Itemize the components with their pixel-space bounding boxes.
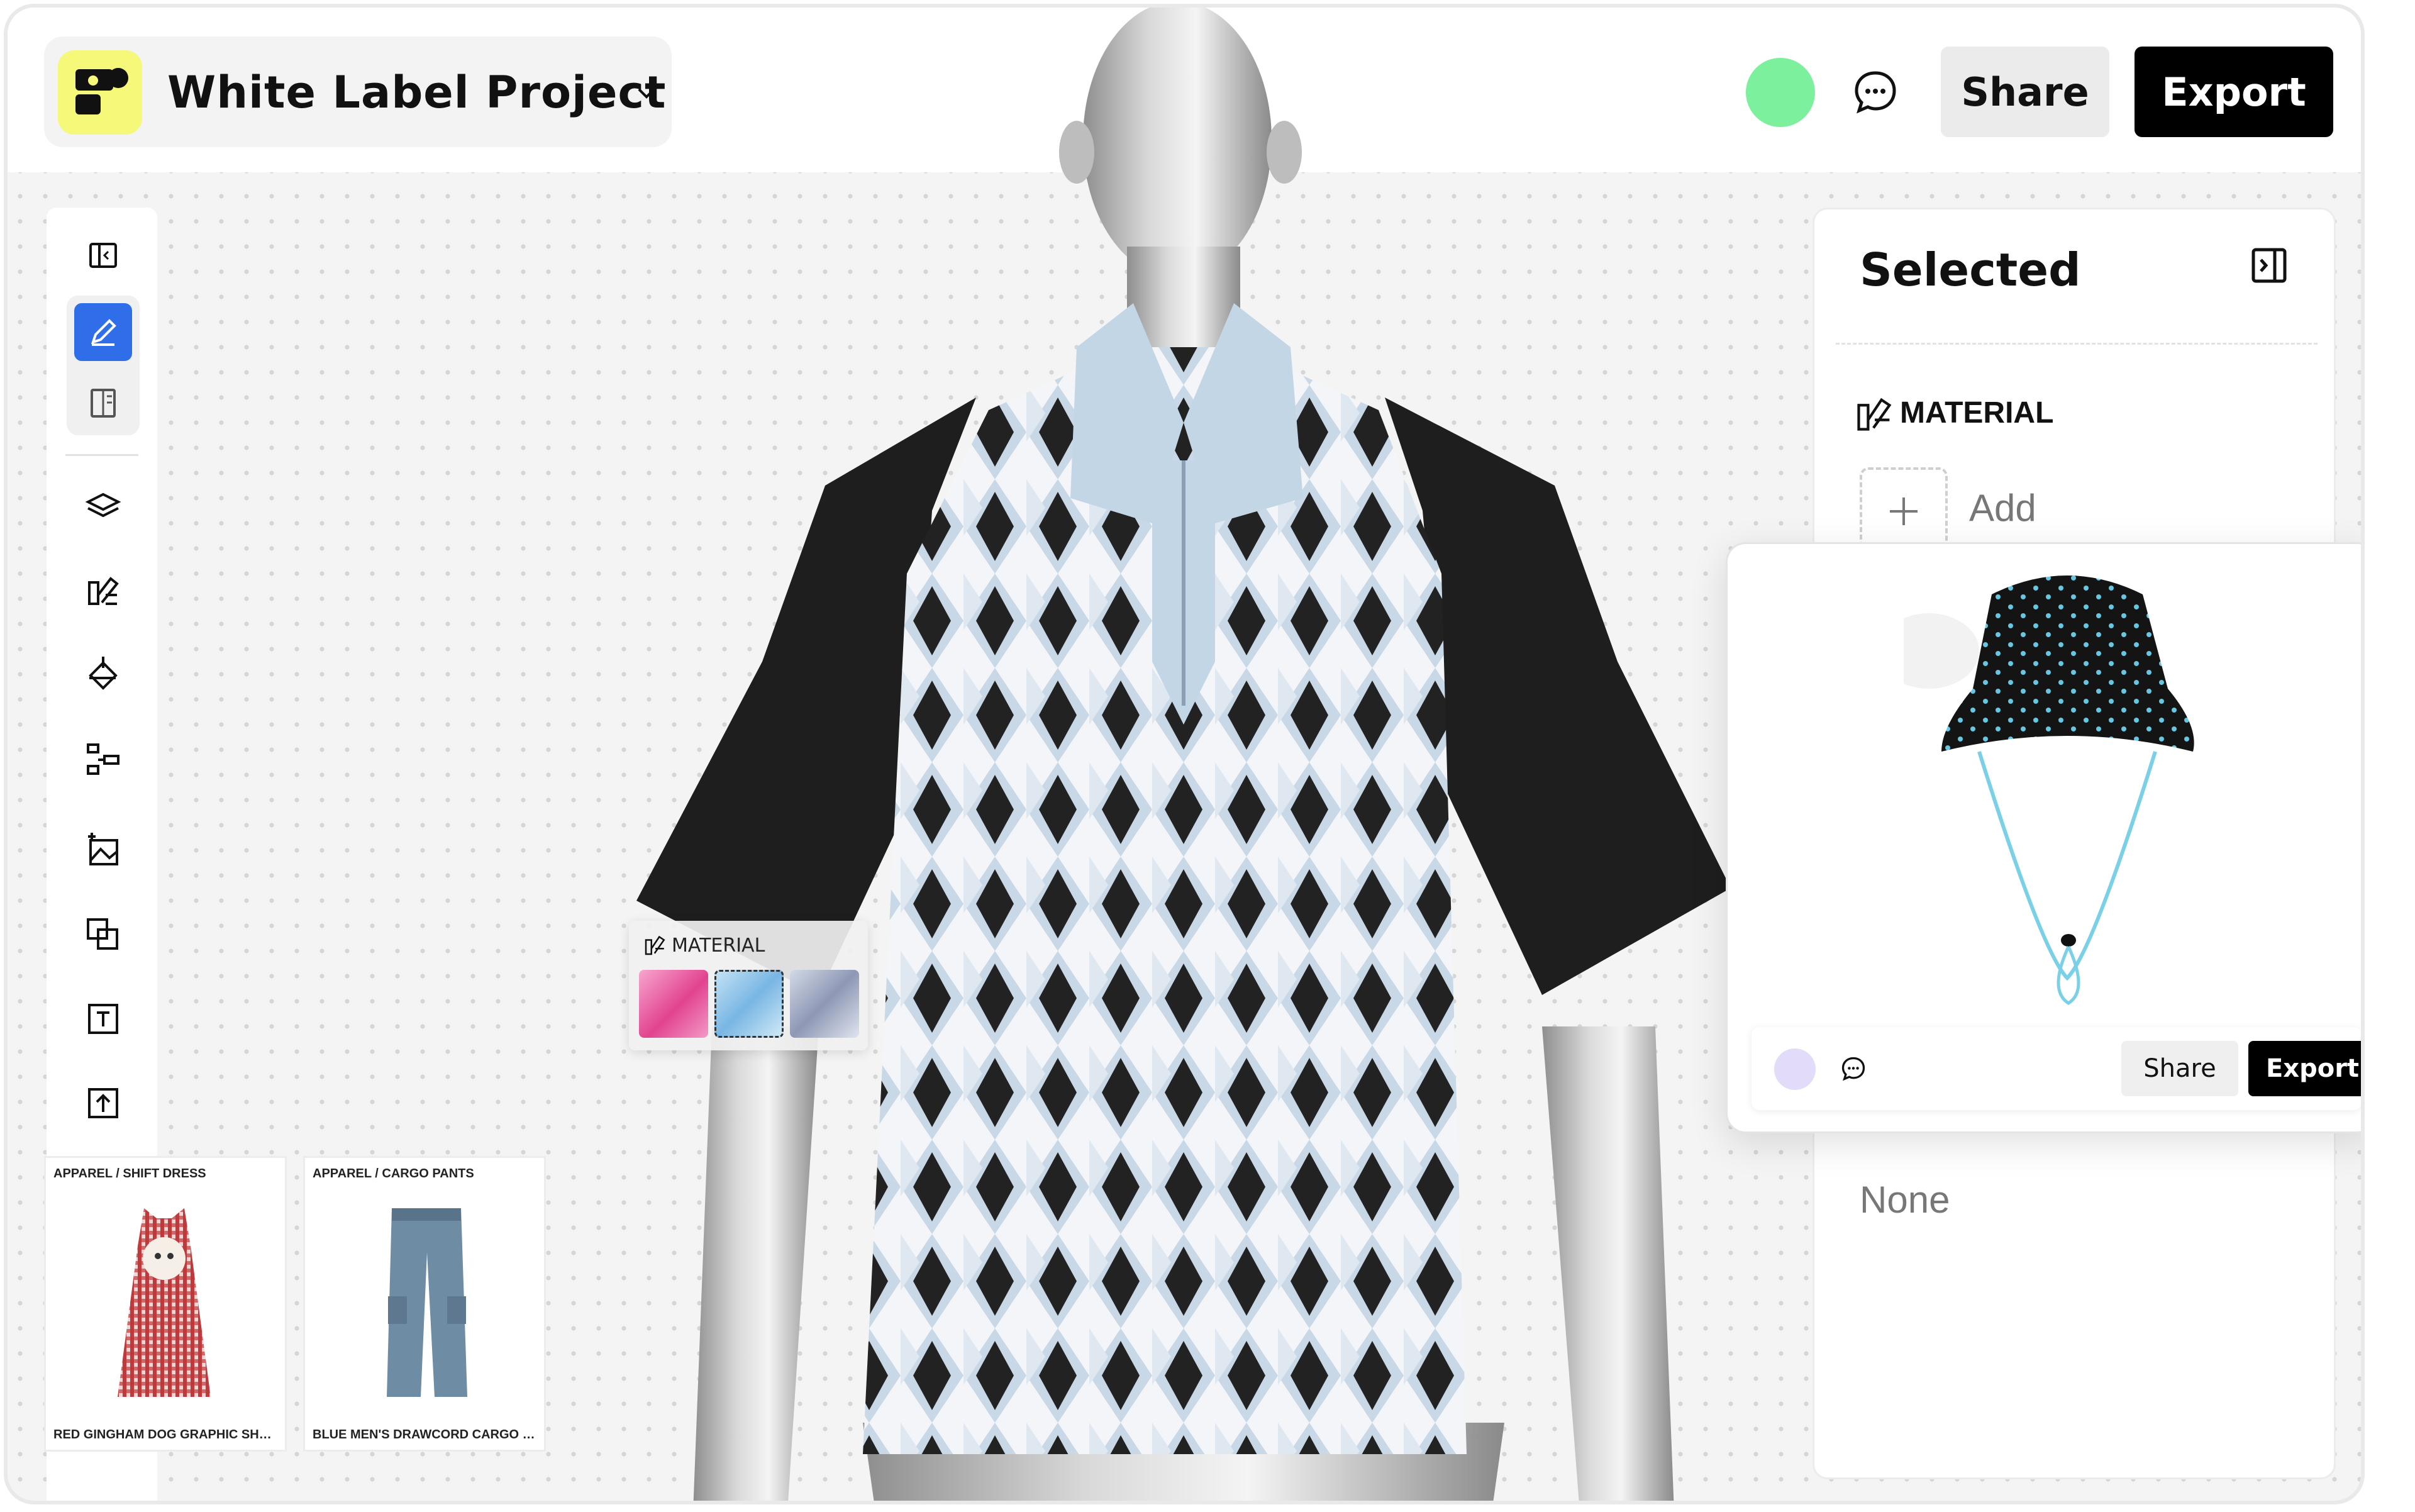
shift-dress-image [118,1208,211,1397]
cargo-pants-image [387,1208,467,1397]
catalog-card[interactable]: APPAREL / CARGO PANTS BLUE MEN'S DRAWCOR… [303,1156,546,1452]
card-title: RED GINGHAM DOG GRAPHIC SHORT... [53,1428,281,1442]
app-logo [58,50,142,135]
card-category: APPAREL / SHIFT DRESS [53,1167,206,1181]
user-avatar[interactable] [1774,1048,1816,1090]
swatch-blue-chiffon[interactable] [714,970,784,1038]
mannequin-garment-preview[interactable] [636,8,1731,1504]
panel-title: Selected [1860,243,2081,296]
swatch-pink-silk[interactable] [639,970,708,1038]
app-window: White Label Project Share Export APPAREL… [4,4,2365,1504]
floating-toolbar: Share Export [1752,1027,2361,1110]
catalog-card[interactable]: APPAREL / SHIFT DRESS RED GINGHAM DOG GR… [44,1156,287,1452]
material-heading: MATERIAL [1900,396,2054,430]
comment-icon[interactable] [1850,67,1901,120]
material-popover: MATERIAL [629,921,868,1050]
material-icon [1853,392,1896,438]
project-switcher[interactable]: White Label Project [44,36,672,147]
add-image-icon[interactable] [74,821,132,879]
project-title: White Label Project [167,67,667,118]
material-icon [643,932,668,960]
share-button[interactable]: Share [2121,1041,2238,1096]
material-popover-label: MATERIAL [672,935,765,957]
bucket-hat-image [1904,575,2194,1005]
layers-icon[interactable] [74,477,132,535]
panel-divider [1836,343,2318,345]
material-library-icon[interactable] [74,561,132,619]
pattern-book-icon[interactable] [74,374,132,431]
overlap-icon[interactable] [74,906,132,964]
none-label: None [1860,1179,1950,1221]
collapse-panel-icon[interactable] [2247,243,2291,291]
pen-icon[interactable] [74,303,132,361]
user-presence-avatar[interactable] [1746,58,1815,127]
collapse-sidebar-icon[interactable] [74,226,132,284]
export-button[interactable]: Export [2248,1041,2361,1096]
paint-bucket-icon[interactable] [74,645,132,703]
share-button[interactable]: Share [1941,47,2109,137]
upload-icon[interactable] [74,1074,132,1132]
toolbar-divider [65,454,138,456]
comment-icon[interactable] [1840,1055,1867,1086]
floating-preview-window: Share Export [1726,542,2361,1133]
plus-icon [1886,494,1921,532]
text-frame-icon[interactable] [74,990,132,1048]
add-label[interactable]: Add [1969,486,2036,530]
swatch-grey-satin[interactable] [790,970,859,1038]
card-category: APPAREL / CARGO PANTS [313,1167,474,1181]
export-button[interactable]: Export [2135,47,2333,137]
card-title: BLUE MEN'S DRAWCORD CARGO PANTS [313,1428,540,1442]
align-icon[interactable] [74,730,132,787]
